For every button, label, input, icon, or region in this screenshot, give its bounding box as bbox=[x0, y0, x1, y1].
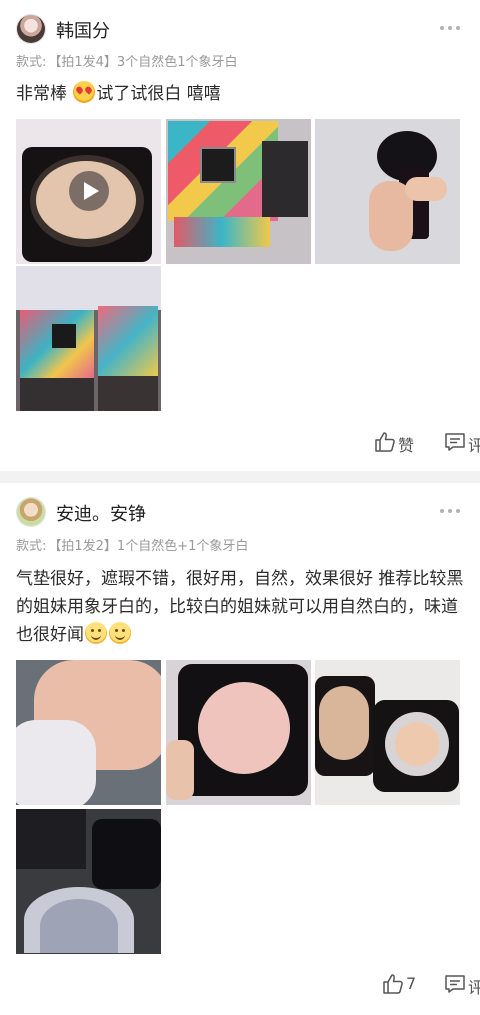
username[interactable]: 安迪。安铮 bbox=[56, 500, 146, 526]
review-photo[interactable] bbox=[16, 266, 161, 411]
spec-value: 【拍1发2】1个自然色+1个象牙白 bbox=[48, 539, 249, 554]
thumb-up-icon bbox=[375, 432, 395, 452]
spec-line: 款式: 【拍1发4】3个自然色1个象牙白 bbox=[16, 51, 239, 70]
more-icon[interactable] bbox=[440, 26, 462, 32]
review-text: 非常棒 试了试很白 嘻嘻 bbox=[16, 80, 468, 108]
review-header: 韩国分 bbox=[16, 14, 464, 44]
avatar[interactable] bbox=[16, 497, 46, 527]
avatar[interactable] bbox=[16, 14, 46, 44]
review-photo[interactable] bbox=[315, 660, 460, 805]
smile-emoji-icon bbox=[109, 622, 131, 644]
like-count: 7 bbox=[406, 974, 417, 993]
review-photo[interactable] bbox=[166, 660, 311, 805]
like-label: 赞 bbox=[398, 436, 415, 455]
review-photo[interactable] bbox=[16, 660, 161, 805]
spec-line: 款式: 【拍1发2】1个自然色+1个象牙白 bbox=[16, 535, 250, 554]
smile-emoji-icon bbox=[85, 622, 107, 644]
review-text: 气垫很好，遮瑕不错，很好用，自然，效果很好 推荐比较黑的姐妹用象牙白的，比较白的… bbox=[16, 565, 468, 649]
review-text-part: 试了试很白 嘻嘻 bbox=[96, 84, 221, 104]
review-photo[interactable] bbox=[16, 809, 161, 954]
review-photo[interactable] bbox=[16, 119, 161, 264]
review-text-part: 非常棒 bbox=[16, 84, 73, 104]
review-text-part: 气垫很好，遮瑕不错，很好用，自然，效果很好 推荐比较黑的姐妹用象牙白的，比较白的… bbox=[16, 569, 464, 645]
review-card: 安迪。安铮 款式: 【拍1发2】1个自然色+1个象牙白 气垫很好，遮瑕不错，很好用… bbox=[0, 483, 480, 1015]
review-card: 韩国分 款式: 【拍1发4】3个自然色1个象牙白 非常棒 试了试很白 嘻嘻 赞 … bbox=[0, 0, 480, 471]
more-icon[interactable] bbox=[440, 509, 462, 515]
username[interactable]: 韩国分 bbox=[56, 17, 110, 43]
review-photo[interactable] bbox=[166, 119, 311, 264]
review-actions: 7 评论 bbox=[264, 973, 480, 997]
heart-eyes-emoji-icon bbox=[73, 81, 96, 103]
review-header: 安迪。安铮 bbox=[16, 497, 464, 527]
comment-icon bbox=[445, 975, 465, 993]
spec-value: 【拍1发4】3个自然色1个象牙白 bbox=[48, 55, 238, 70]
comment-icon bbox=[445, 433, 465, 451]
spec-label: 款式: bbox=[16, 539, 47, 554]
comment-label: 评论 bbox=[468, 436, 480, 455]
review-actions: 赞 评论 bbox=[264, 431, 480, 455]
spec-label: 款式: bbox=[16, 55, 47, 70]
thumb-up-icon bbox=[383, 974, 403, 994]
comment-label: 评论 bbox=[468, 978, 480, 997]
review-photo[interactable] bbox=[315, 119, 460, 264]
play-icon[interactable] bbox=[69, 171, 109, 211]
